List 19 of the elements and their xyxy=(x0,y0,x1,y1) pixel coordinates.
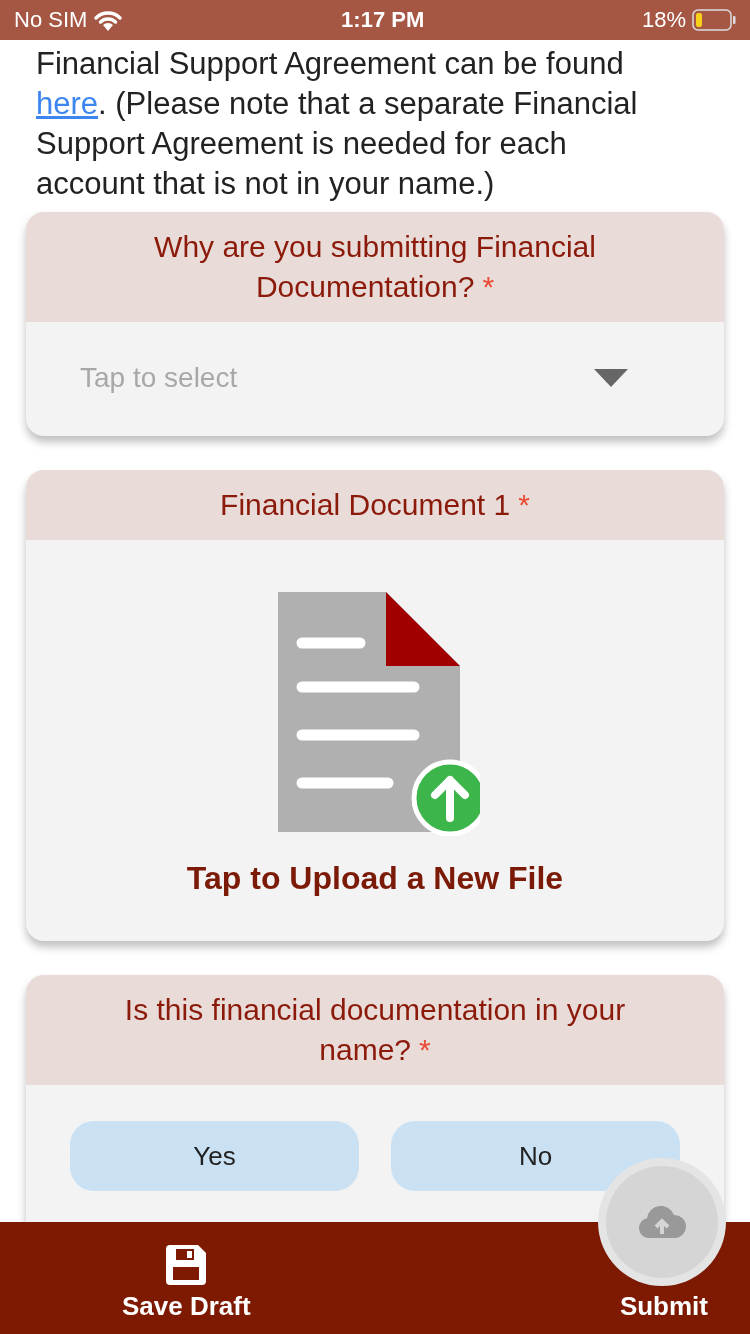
intro-paragraph: Financial Support Agreement can be found here. (Please note that a separate Financial Support Agreement is needed for each account that is not in your name.) xyxy=(36,45,639,203)
save-draft-button[interactable]: Save Draft xyxy=(122,1245,251,1322)
battery-percent: 18% xyxy=(641,7,686,33)
question-label: Why are you submitting Financial Documentation? * xyxy=(153,229,597,305)
time: 1:17 PM xyxy=(341,7,425,33)
here-link[interactable]: here xyxy=(36,86,99,121)
choice-button[interactable]: Yes xyxy=(70,1121,359,1191)
cloud-upload-icon xyxy=(637,1206,687,1238)
caret-icon xyxy=(594,369,628,387)
submit-button[interactable]: Submit xyxy=(619,1291,708,1322)
upload-area[interactable]: Tap to Upload a New File xyxy=(26,540,724,941)
placeholder: Tap to select xyxy=(80,362,238,394)
carrier: No SIM xyxy=(14,7,88,33)
choice-button[interactable]: No xyxy=(391,1121,680,1191)
upload-label: Tap to Upload a New File xyxy=(186,860,564,897)
wifi-icon xyxy=(93,9,124,31)
question-label: Is this financial documentation in your name? * xyxy=(123,992,627,1068)
battery-icon xyxy=(692,9,736,31)
question-label: Financial Document 1 * xyxy=(220,487,530,523)
